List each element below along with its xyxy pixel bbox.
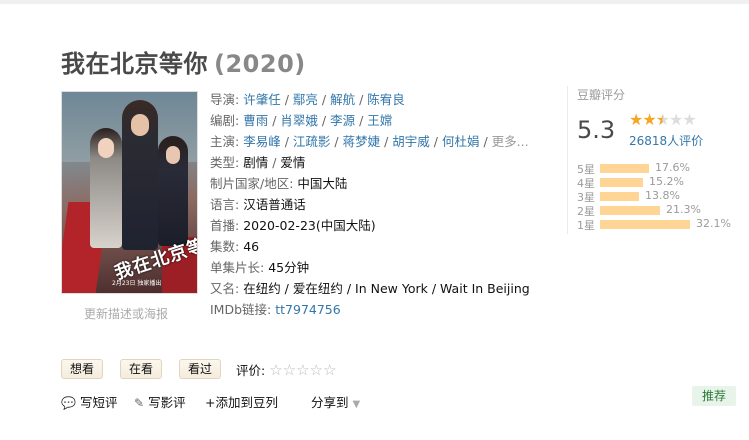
episodes-label: 集数:	[210, 239, 240, 254]
share-dropdown[interactable]: 分享到 ▼	[311, 392, 360, 411]
rating-panel: 豆瓣评分 5.3 ★★★★★ 26818人评价 5星 17.6% 4星 15.2% 3星…	[567, 86, 731, 234]
genre-row: 类型: 剧情 / 爱情	[210, 155, 306, 170]
writer-row: 编剧: 曹雨 / 肖翠娥 / 李源 / 王嫦	[210, 113, 393, 128]
want-to-watch-button[interactable]: 想看	[61, 359, 104, 379]
rating-title: 豆瓣评分	[577, 88, 626, 102]
cast-link[interactable]: 何杜娟	[442, 134, 480, 149]
country-row: 制片国家/地区: 中国大陆	[210, 173, 530, 194]
poster-image[interactable]: 我在北京等你 2月23日 独家播出	[61, 91, 198, 294]
aka-row: 又名: 在纽约 / 爱在纽约 / In New York / Wait In B…	[210, 278, 530, 299]
writer-link[interactable]: 李源	[330, 113, 355, 128]
my-rating: 评价: ☆☆☆☆☆	[236, 360, 336, 379]
cast-link[interactable]: 胡宇威	[392, 134, 430, 149]
aka-value: 在纽约 / 爱在纽约 / In New York / Wait In Beiji…	[243, 281, 530, 296]
title-year: (2020)	[214, 50, 306, 78]
cast-more-link[interactable]: 更多...	[492, 134, 529, 149]
rating-distribution-percent: 32.1%	[696, 217, 731, 230]
writer-link[interactable]: 肖翠娥	[280, 113, 318, 128]
star-empty-icon: ★	[682, 110, 696, 129]
imdb-link[interactable]: tt7974756	[275, 302, 340, 317]
aka-label: 又名:	[210, 281, 240, 296]
share-label: 分享到	[311, 395, 349, 410]
language-row: 语言: 汉语普通话	[210, 194, 530, 215]
rating-distribution-percent: 15.2%	[649, 175, 684, 188]
rating-divider	[567, 86, 568, 234]
imdb-row: IMDb链接: tt7974756	[210, 299, 530, 320]
cast-link[interactable]: 李易峰	[243, 134, 281, 149]
rating-distribution-bar	[600, 220, 690, 229]
genre-value: 爱情	[280, 155, 306, 170]
rating-score: 5.3	[577, 116, 616, 144]
country-label: 制片国家/地区:	[210, 176, 294, 191]
star-half-icon: ★	[655, 110, 670, 129]
episodes-value: 46	[243, 239, 260, 254]
watched-button[interactable]: 看过	[179, 359, 222, 379]
write-short-review-label: 写短评	[79, 395, 118, 410]
watching-button[interactable]: 在看	[120, 359, 163, 379]
director-link[interactable]: 鄢亮	[293, 92, 318, 107]
page-title: 我在北京等你 (2020)	[61, 44, 306, 79]
rating-distribution-bar	[600, 206, 660, 215]
director-label: 导演:	[210, 92, 240, 107]
write-review-label: 写影评	[148, 395, 186, 410]
my-rating-label: 评价:	[236, 363, 266, 378]
chevron-down-icon: ▼	[352, 399, 361, 410]
language-label: 语言:	[210, 197, 240, 212]
rating-distribution-percent: 13.8%	[645, 189, 680, 202]
poster-actor	[122, 100, 158, 250]
movie-info: 导演: 许肇任 / 鄢亮 / 解航 / 陈宥良 编剧: 曹雨 / 肖翠娥 / 李…	[210, 89, 530, 320]
comment-icon: 💬	[61, 396, 76, 410]
runtime-row: 单集片长: 45分钟	[210, 257, 530, 278]
director-row: 导演: 许肇任 / 鄢亮 / 解航 / 陈宥良	[210, 92, 405, 107]
write-review-link[interactable]: ✎ 写影评	[134, 392, 186, 411]
writer-link[interactable]: 王嫦	[367, 113, 392, 128]
poster-actress	[90, 128, 122, 248]
add-to-doulist-link[interactable]: +添加到豆列	[205, 392, 278, 411]
language-value: 汉语普通话	[243, 197, 306, 212]
top-bar	[0, 0, 749, 4]
cast-label: 主演:	[210, 134, 240, 149]
writer-link[interactable]: 曹雨	[243, 113, 268, 128]
cast-link[interactable]: 江疏影	[293, 134, 331, 149]
cast-link[interactable]: 蒋梦婕	[343, 134, 381, 149]
title-name: 我在北京等你	[61, 50, 208, 78]
rating-distribution-bar	[600, 164, 649, 173]
rating-votes-link[interactable]: 26818人评价	[629, 132, 703, 149]
rating-distribution-percent: 21.3%	[666, 203, 701, 216]
rating-stars: ★★★★★	[629, 110, 697, 129]
director-link[interactable]: 陈宥良	[367, 92, 405, 107]
poster-date-text: 2月23日 独家播出	[112, 280, 162, 287]
star-empty-icon: ★	[669, 110, 683, 129]
premiere-label: 首播:	[210, 218, 240, 233]
pen-icon: ✎	[134, 396, 145, 410]
write-short-review-link[interactable]: 💬 写短评	[61, 392, 117, 411]
poster-actor	[158, 136, 188, 246]
star-full-icon: ★	[642, 110, 656, 129]
writer-label: 编剧:	[210, 113, 240, 128]
update-poster-link[interactable]: 更新描述或海报	[84, 305, 168, 322]
runtime-value: 45分钟	[268, 260, 310, 275]
director-link[interactable]: 许肇任	[243, 92, 281, 107]
imdb-label: IMDb链接:	[210, 302, 272, 317]
star-full-icon: ★	[629, 110, 643, 129]
premiere-value: 2020-02-23(中国大陆)	[243, 218, 376, 233]
rating-distribution-label: 1星	[577, 219, 595, 232]
genre-label: 类型:	[210, 155, 240, 170]
cast-row: 主演: 李易峰 / 江疏影 / 蒋梦婕 / 胡宇威 / 何杜娟 / 更多...	[210, 134, 529, 149]
rating-distribution-percent: 17.6%	[655, 161, 690, 174]
episodes-row: 集数: 46	[210, 236, 530, 257]
rating-distribution-bar	[600, 192, 639, 201]
director-link[interactable]: 解航	[330, 92, 355, 107]
runtime-label: 单集片长:	[210, 260, 265, 275]
premiere-row: 首播: 2020-02-23(中国大陆)	[210, 215, 530, 236]
recommend-button[interactable]: 推荐	[692, 386, 736, 406]
rating-distribution-bar	[600, 178, 643, 187]
my-rating-stars[interactable]: ☆☆☆☆☆	[269, 361, 336, 379]
genre-value: 剧情	[243, 155, 269, 170]
country-value: 中国大陆	[297, 176, 348, 191]
